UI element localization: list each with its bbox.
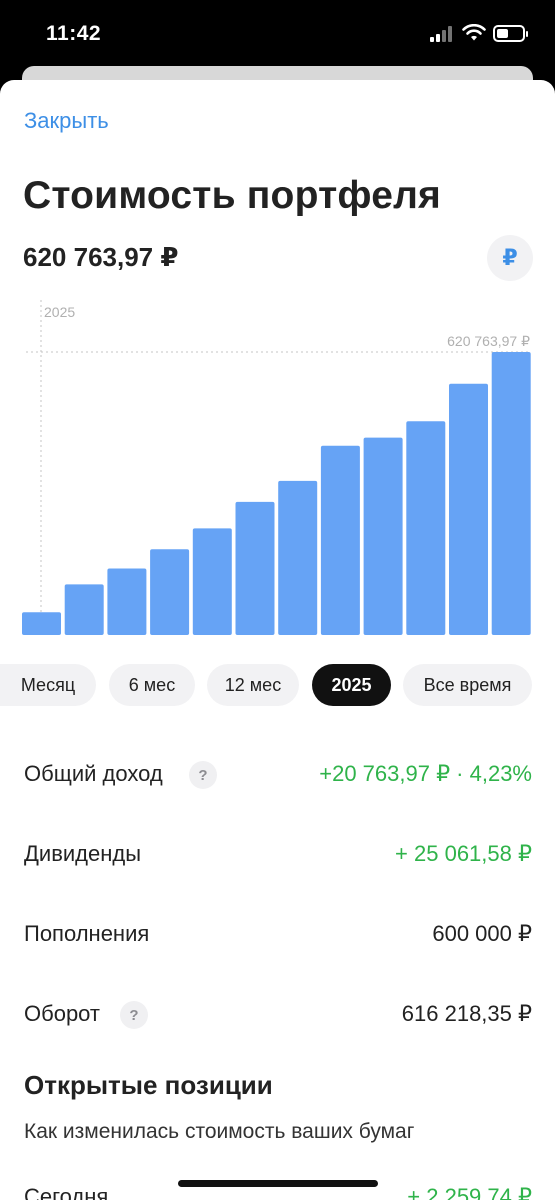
- close-button[interactable]: Закрыть: [24, 108, 109, 134]
- period-selector: Месяц 6 мес 12 мес 2025 Все время: [0, 664, 555, 708]
- deposits-label: Пополнения: [24, 921, 150, 946]
- open-positions-subtitle: Как изменилась стоимость ваших бумаг: [24, 1120, 415, 1143]
- income-value: +20 763,97 ₽ · 4,23%: [319, 761, 532, 786]
- dividends-row: Дивиденды + 25 061,58 ₽: [0, 835, 555, 875]
- help-icon[interactable]: ?: [120, 1001, 148, 1029]
- turnover-row: Оборот ? 616 218,35 ₽: [0, 995, 555, 1035]
- deposits-value: 600 000 ₽: [432, 921, 532, 946]
- chart-bar[interactable]: [491, 352, 531, 635]
- cellular-signal-icon: [430, 26, 456, 42]
- today-value: + 2 259,74 ₽: [407, 1184, 532, 1200]
- chart-bar[interactable]: [192, 528, 232, 635]
- period-12-months[interactable]: 12 мес: [207, 664, 299, 706]
- help-icon[interactable]: ?: [189, 761, 217, 789]
- open-positions-title: Открытые позиции: [24, 1070, 273, 1100]
- chart-bar[interactable]: [22, 612, 61, 635]
- today-label: Сегодня: [24, 1184, 109, 1200]
- chart-bar[interactable]: [449, 383, 488, 635]
- wifi-icon: [462, 24, 486, 41]
- turnover-label: Оборот: [24, 1001, 101, 1026]
- status-bar: 11:42: [0, 0, 555, 70]
- chart-bar[interactable]: [278, 480, 318, 635]
- bars-group: [22, 352, 531, 635]
- chart-bar[interactable]: [64, 584, 104, 635]
- period-label: 2025: [44, 304, 75, 320]
- chart-bar[interactable]: [406, 421, 446, 635]
- portfolio-value-sheet: Закрыть Стоимость портфеля 620 763,97 ₽ …: [0, 80, 555, 1200]
- portfolio-bar-chart[interactable]: 2025 620 763,97 ₽: [0, 290, 555, 640]
- dividends-value: + 25 061,58 ₽: [395, 841, 532, 866]
- deposits-row: Пополнения 600 000 ₽: [0, 915, 555, 955]
- currency-toggle-button[interactable]: ₽: [487, 235, 533, 281]
- period-2025[interactable]: 2025: [312, 664, 391, 706]
- page-title: Стоимость портфеля: [23, 174, 442, 217]
- chart-bar[interactable]: [107, 568, 147, 635]
- chart-bar[interactable]: [150, 549, 190, 635]
- chart-bar[interactable]: [320, 445, 360, 635]
- turnover-value: 616 218,35 ₽: [401, 1001, 532, 1026]
- status-time: 11:42: [46, 22, 102, 45]
- portfolio-total: 620 763,97 ₽: [23, 242, 179, 272]
- max-value-label: 620 763,97 ₽: [447, 333, 530, 349]
- chart-bar[interactable]: [363, 437, 403, 635]
- ruble-icon: ₽: [502, 245, 518, 270]
- home-indicator: [178, 1180, 378, 1187]
- income-row: Общий доход ? +20 763,97 ₽ · 4,23%: [0, 755, 555, 795]
- income-label: Общий доход: [24, 761, 163, 786]
- dividends-label: Дивиденды: [24, 841, 142, 866]
- period-month[interactable]: Месяц: [0, 664, 96, 706]
- battery-icon: [493, 25, 528, 42]
- chart-bar[interactable]: [235, 501, 275, 635]
- period-6-months[interactable]: 6 мес: [109, 664, 195, 706]
- period-all-time[interactable]: Все время: [403, 664, 532, 706]
